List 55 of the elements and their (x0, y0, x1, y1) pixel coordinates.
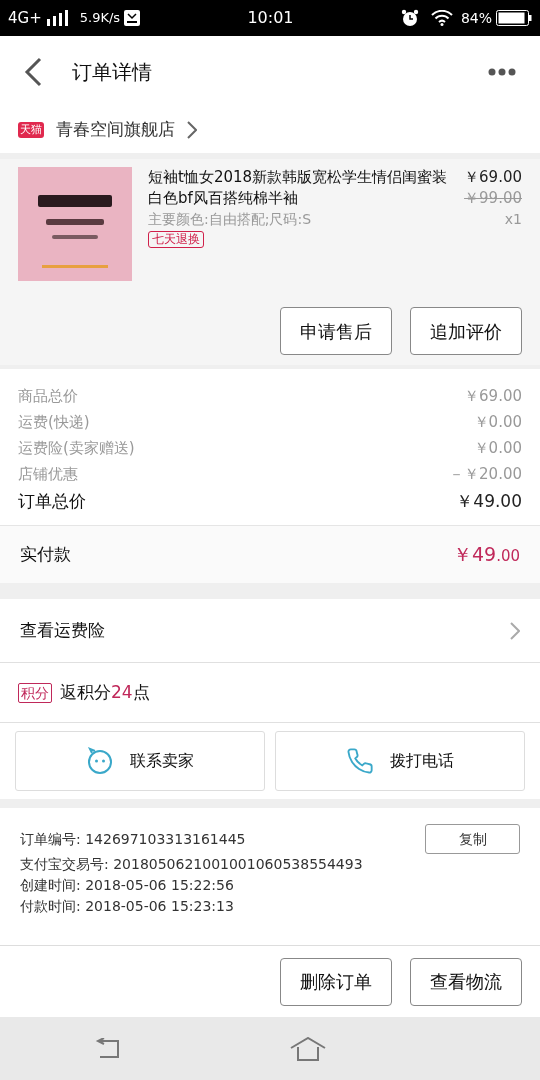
action-button[interactable]: 申请售后 (280, 307, 392, 355)
alarm-icon (400, 9, 419, 27)
order-detail-text: 创建时间: 2018-05-06 15:22:56 (20, 876, 234, 895)
back-icon[interactable] (24, 56, 42, 87)
product-title[interactable]: 短袖t恤女2018新款韩版宽松学生情侣闺蜜装白色bf风百搭纯棉半袖 (148, 167, 449, 209)
more-icon[interactable] (488, 67, 516, 76)
home-icon[interactable] (290, 1036, 326, 1061)
order-detail-text: 订单编号: 142697103313161445 (20, 829, 246, 849)
insurance-row[interactable]: 查看运费险 (0, 599, 540, 663)
product-spec: 主要颜色:自由搭配;尺码:S (148, 210, 312, 229)
page-title: 订单详情 (72, 58, 152, 86)
paid-amount: ￥49 (452, 543, 497, 566)
battery-percent: 84% (460, 8, 492, 28)
summary-label: 店铺优惠 (18, 463, 78, 485)
summary-label: 订单总价 (18, 490, 86, 514)
product-price: ￥69.00 (464, 167, 522, 188)
battery-icon (496, 10, 532, 26)
summary-value: ￥0.00 (473, 437, 522, 459)
summary-value: ￥0.00 (473, 411, 522, 433)
action-button[interactable]: 追加评价 (410, 307, 522, 355)
chevron-right-icon (187, 121, 197, 139)
order-detail-text: 支付宝交易号: 2018050621001001060538554493 (20, 855, 363, 874)
points-text: 返积分24点 (60, 680, 150, 704)
shop-row[interactable]: 天猫 青春空间旗舰店 (0, 107, 540, 153)
return-policy-tag: 七天退换 (148, 231, 204, 248)
tmall-badge: 天猫 (18, 122, 44, 138)
summary-value: －￥20.00 (449, 463, 522, 485)
wifi-icon (430, 10, 453, 26)
signal-icon (45, 10, 68, 26)
chevron-right-icon (510, 621, 520, 640)
contact-button[interactable]: 拨打电话 (275, 731, 525, 791)
order-detail-text: 付款时间: 2018-05-06 15:23:13 (20, 897, 234, 916)
insurance-label: 查看运费险 (20, 618, 105, 642)
network-speed: 5.9K/s (79, 9, 121, 28)
shop-name: 青春空间旗舰店 (56, 118, 175, 142)
summary-value: ￥49.00 (456, 490, 522, 514)
back-icon[interactable] (94, 1037, 122, 1060)
points-badge: 积分 (18, 682, 52, 703)
paid-cents: .00 (496, 547, 520, 566)
paid-label: 实付款 (20, 542, 71, 566)
phone-icon (346, 747, 374, 775)
action-button[interactable]: 删除订单 (280, 957, 392, 1006)
summary-value: ￥69.00 (464, 385, 522, 407)
copy-button[interactable]: 复制 (425, 824, 520, 854)
quantity: x1 (504, 210, 522, 229)
contact-button[interactable]: 联系卖家 (15, 731, 265, 791)
original-price: ￥99.00 (464, 188, 522, 209)
smiley-bubble-icon (86, 747, 114, 775)
summary-label: 运费(快递) (18, 411, 90, 433)
summary-label: 运费险(卖家赠送) (18, 437, 135, 459)
summary-label: 商品总价 (18, 385, 78, 407)
action-button[interactable]: 查看物流 (410, 957, 522, 1006)
clock: 10:01 (247, 7, 294, 29)
download-notification-icon (124, 10, 141, 26)
network-label: 4G+ (8, 7, 42, 29)
